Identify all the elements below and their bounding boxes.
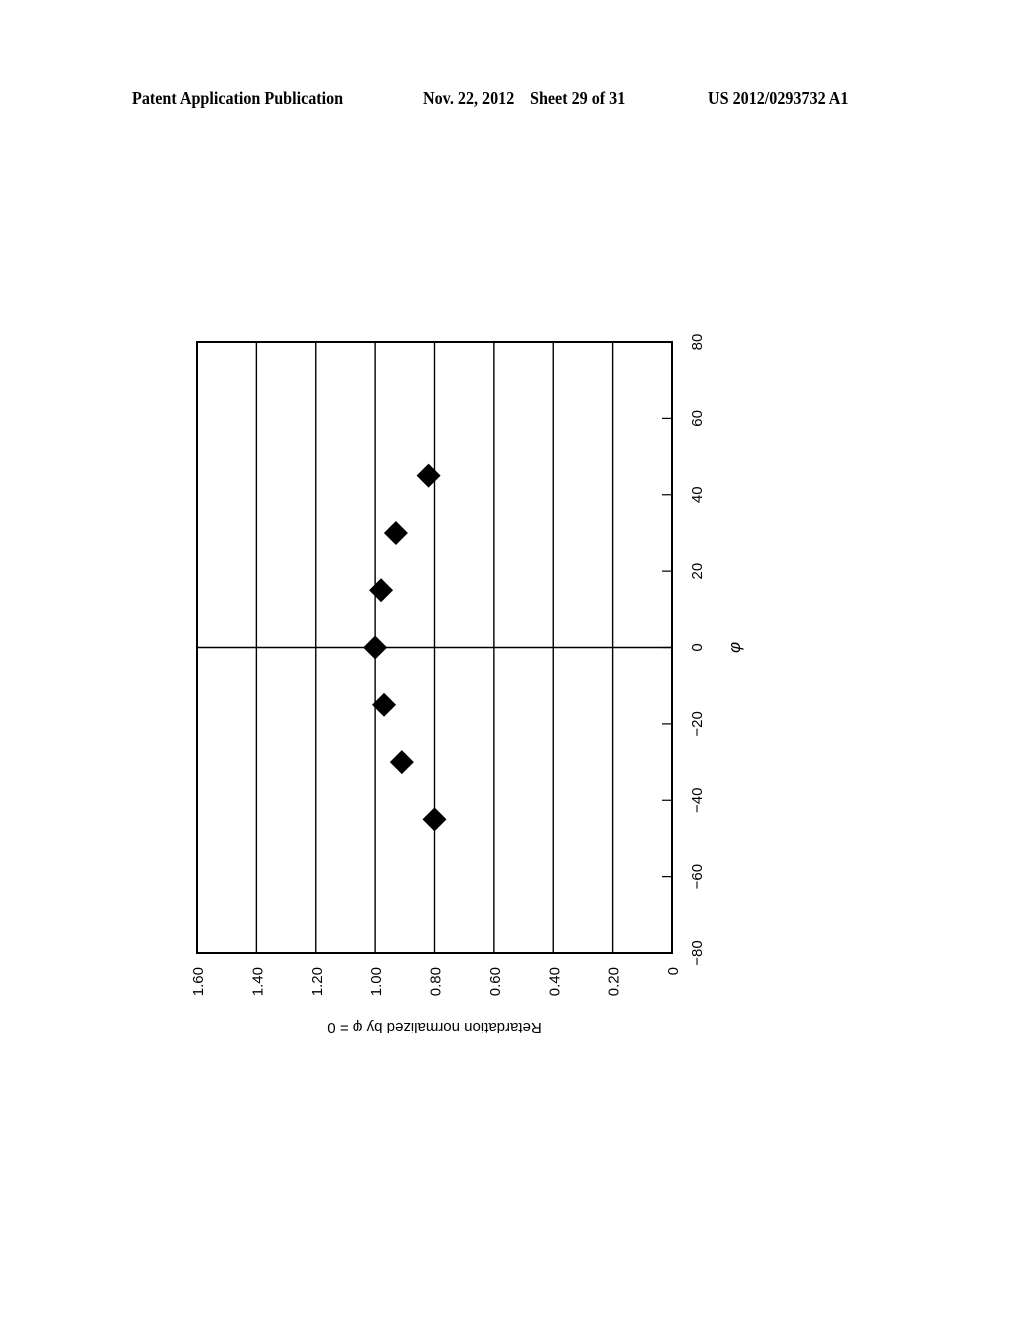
x-tick-label: 60: [689, 410, 706, 427]
sheet-number: Sheet 29 of 31: [530, 88, 626, 108]
data-point: [422, 807, 447, 832]
figure-29: 0 0.20 0.40 0.60 0.80 1.00 1.20 1.40 1.60 −80 −60 −…: [167, 273, 839, 1036]
x-tick-label: −40: [689, 788, 706, 813]
y-tick-label: 1.40: [249, 967, 266, 996]
y-tick-label: 0.80: [428, 967, 445, 996]
scatter-chart: 0 0.20 0.40 0.60 0.80 1.00 1.20 1.40 1.60 −80 −60 −…: [190, 334, 839, 1036]
x-tick-label: 0: [689, 643, 706, 651]
x-tick-label: −20: [689, 711, 706, 736]
y-tick-label: 0.60: [487, 967, 504, 996]
patent-number: US 2012/0293732 A1: [708, 88, 849, 108]
x-tick-label: −80: [689, 940, 706, 965]
y-tick-label: 1.60: [190, 967, 207, 996]
label-layer: 0 0.20 0.40 0.60 0.80 1.00 1.20 1.40 1.60 −80 −60 −…: [190, 334, 706, 997]
y-tick-label: 0.40: [546, 967, 563, 996]
publication-date: Nov. 22, 2012: [423, 88, 515, 108]
data-point: [369, 578, 394, 603]
x-tick-label: 20: [689, 563, 706, 580]
x-tick-label: −60: [689, 864, 706, 889]
data-point: [363, 635, 388, 660]
tick-layer: [662, 417, 672, 878]
x-tick-label: 40: [689, 486, 706, 503]
publication-type: Patent Application Publication: [132, 88, 344, 108]
figure-label: FIG. 29: [806, 609, 807, 709]
y-tick-label: 1.00: [368, 967, 385, 996]
x-tick-label: 80: [689, 334, 706, 351]
y-tick-label: 0.20: [606, 967, 623, 996]
page-header: Patent Application Publication Nov. 22, …: [0, 88, 1024, 118]
y-tick-label: 1.20: [309, 967, 326, 996]
data-point: [383, 520, 408, 545]
y-tick-label: 0: [665, 967, 682, 975]
grid-layer: [197, 342, 672, 953]
data-point: [416, 463, 441, 488]
x-axis-label: φ: [725, 642, 744, 653]
data-point: [389, 750, 414, 775]
y-axis-label: Retardation normalized by φ = 0: [327, 1019, 541, 1033]
